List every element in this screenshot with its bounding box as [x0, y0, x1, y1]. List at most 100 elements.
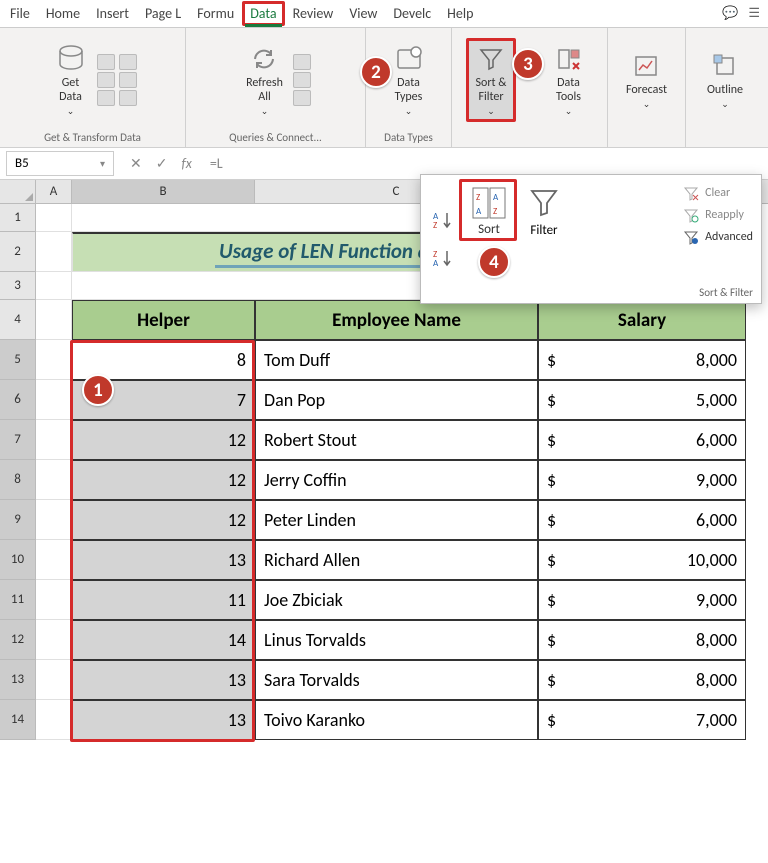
cell[interactable] [36, 300, 72, 340]
database-icon [55, 43, 87, 75]
get-data-mini-icons2[interactable] [119, 54, 137, 106]
cell[interactable] [36, 580, 72, 620]
cell[interactable] [36, 500, 72, 540]
cell-salary[interactable]: $8,000 [538, 620, 746, 660]
cell-name[interactable]: Linus Torvalds [255, 620, 538, 660]
row-header[interactable]: 6 [0, 380, 36, 420]
filter-button[interactable]: Filter [517, 181, 571, 297]
cell-salary[interactable]: $6,000 [538, 420, 746, 460]
cell-name[interactable]: Robert Stout [255, 420, 538, 460]
cell-helper[interactable]: 12 [72, 460, 255, 500]
cell-name[interactable]: Richard Allen [255, 540, 538, 580]
col-header-A[interactable]: A [36, 180, 72, 203]
sort-asc-button[interactable]: AZ [433, 210, 455, 230]
cell-salary[interactable]: $5,000 [538, 380, 746, 420]
row-header[interactable]: 12 [0, 620, 36, 660]
comments-icon[interactable]: 💬 [722, 6, 738, 21]
header-helper[interactable]: Helper [72, 300, 255, 340]
cell-helper[interactable]: 11 [72, 580, 255, 620]
row-header[interactable]: 8 [0, 460, 36, 500]
cell-salary[interactable]: $9,000 [538, 460, 746, 500]
tab-data[interactable]: Data [242, 1, 284, 26]
cell-helper[interactable]: 13 [72, 660, 255, 700]
row-header[interactable]: 7 [0, 420, 36, 460]
cell[interactable] [36, 540, 72, 580]
share-icon[interactable]: ☰ [748, 6, 760, 21]
get-data-mini-icons[interactable] [97, 54, 115, 106]
col-header-B[interactable]: B [72, 180, 255, 203]
cell-name[interactable]: Tom Duff [255, 340, 538, 380]
advanced-button[interactable]: Advanced [683, 229, 753, 245]
tab-review[interactable]: Review [285, 1, 342, 26]
outline-button[interactable]: Outline⌄ [701, 48, 749, 112]
funnel-icon [527, 185, 561, 219]
row-header[interactable]: 9 [0, 500, 36, 540]
cell[interactable] [36, 420, 72, 460]
cell-helper[interactable]: 14 [72, 620, 255, 660]
sort-filter-button[interactable]: Sort & Filter⌄ [466, 38, 516, 122]
reapply-button[interactable]: Reapply [683, 207, 753, 223]
sort-dialog-button[interactable]: ZAAZ Sort [461, 181, 517, 297]
row-header[interactable]: 14 [0, 700, 36, 740]
tab-formulas[interactable]: Formu [189, 1, 242, 26]
cell[interactable] [36, 380, 72, 420]
cell-helper[interactable]: 12 [72, 420, 255, 460]
row-header[interactable]: 5 [0, 340, 36, 380]
formula-bar[interactable]: =L [202, 151, 768, 176]
cell-name[interactable]: Toivo Karanko [255, 700, 538, 740]
cell[interactable] [36, 460, 72, 500]
cell-name[interactable]: Joe Zbiciak [255, 580, 538, 620]
row-header[interactable]: 3 [0, 272, 36, 300]
refresh-all-button[interactable]: Refresh All⌄ [240, 41, 289, 119]
cell-salary[interactable]: $7,000 [538, 700, 746, 740]
fx-icon[interactable]: fx [181, 155, 191, 172]
cell-helper[interactable]: 12 [72, 500, 255, 540]
tab-insert[interactable]: Insert [88, 1, 137, 26]
data-types-button[interactable]: Data Types⌄ [387, 41, 431, 119]
cell-name[interactable]: Peter Linden [255, 500, 538, 540]
queries-mini-icons[interactable] [293, 54, 311, 106]
tab-developer[interactable]: Develc [385, 1, 439, 26]
tab-view[interactable]: View [341, 1, 385, 26]
cell[interactable] [36, 660, 72, 700]
row-header[interactable]: 2 [0, 232, 36, 272]
cell-salary[interactable]: $8,000 [538, 340, 746, 380]
cell-helper[interactable]: 13 [72, 700, 255, 740]
row-header[interactable]: 1 [0, 204, 36, 232]
cell-name[interactable]: Jerry Coffin [255, 460, 538, 500]
cell[interactable] [36, 700, 72, 740]
tab-file[interactable]: File [2, 1, 38, 26]
cell-name[interactable]: Dan Pop [255, 380, 538, 420]
get-data-button[interactable]: Get Data⌄ [49, 41, 93, 119]
data-tools-button[interactable]: Data Tools⌄ [547, 41, 591, 119]
cell-helper[interactable]: 13 [72, 540, 255, 580]
cell-salary[interactable]: $8,000 [538, 660, 746, 700]
cell-salary[interactable]: $9,000 [538, 580, 746, 620]
cell[interactable] [36, 204, 72, 232]
select-all-corner[interactable] [0, 180, 36, 203]
outline-icon [709, 50, 741, 82]
name-box[interactable]: B5▾ [6, 151, 114, 176]
cell-name[interactable]: Sara Torvalds [255, 660, 538, 700]
cell-salary[interactable]: $6,000 [538, 500, 746, 540]
tab-pagelayout[interactable]: Page L [137, 1, 189, 26]
row-header[interactable]: 13 [0, 660, 36, 700]
tab-home[interactable]: Home [38, 1, 88, 26]
tab-help[interactable]: Help [439, 1, 481, 26]
cell[interactable] [36, 620, 72, 660]
cell[interactable] [36, 272, 72, 300]
sort-desc-button[interactable]: ZA [433, 248, 455, 268]
header-salary[interactable]: Salary [538, 300, 746, 340]
row-header[interactable]: 11 [0, 580, 36, 620]
forecast-button[interactable]: Forecast⌄ [620, 48, 673, 112]
cell-salary[interactable]: $10,000 [538, 540, 746, 580]
cell[interactable] [36, 340, 72, 380]
header-name[interactable]: Employee Name [255, 300, 538, 340]
clear-filter-button[interactable]: Clear [683, 185, 753, 201]
enter-formula-icon[interactable]: ✓ [156, 155, 168, 172]
row-header[interactable]: 10 [0, 540, 36, 580]
cell[interactable] [36, 232, 72, 272]
row-header[interactable]: 4 [0, 300, 36, 340]
cancel-formula-icon[interactable]: ✕ [130, 155, 142, 172]
ribbon-tabs: File Home Insert Page L Formu Data Revie… [0, 0, 768, 28]
